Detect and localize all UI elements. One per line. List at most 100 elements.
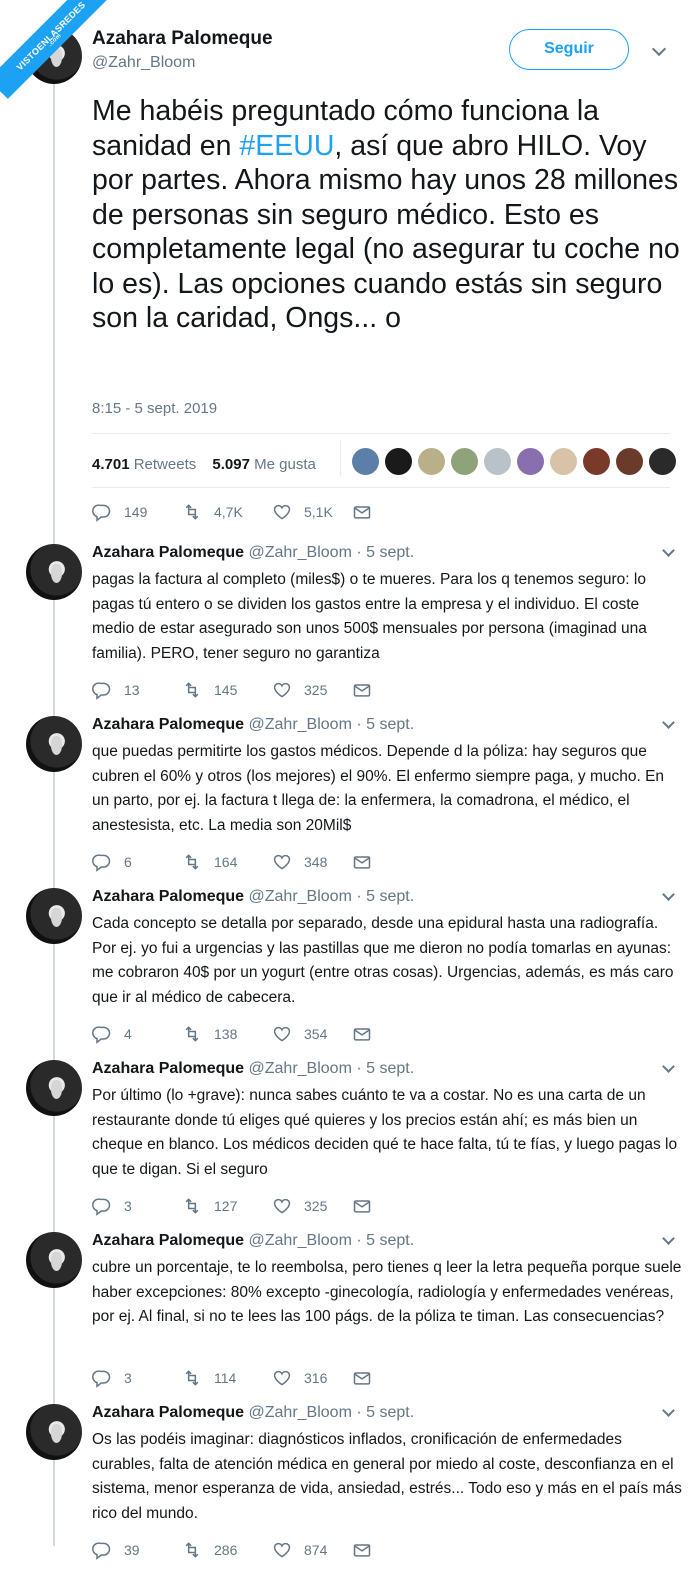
reply-count: 4 (124, 1026, 132, 1042)
reply-avatar[interactable] (26, 1060, 82, 1116)
liker-avatar[interactable] (418, 448, 445, 475)
author-handle[interactable]: @Zahr_Bloom (92, 54, 195, 72)
reply-date[interactable]: 5 sept. (366, 1404, 414, 1421)
share-button[interactable] (352, 1368, 384, 1388)
reply-author-name[interactable]: Azahara Palomeque (92, 1232, 244, 1249)
reply-actions: 3 127 325 (92, 1196, 384, 1216)
share-button[interactable] (352, 1540, 384, 1560)
retweet-button[interactable]: 164 (182, 852, 260, 872)
reply-button[interactable]: 149 (92, 502, 170, 522)
reply-date[interactable]: 5 sept. (366, 1232, 414, 1249)
like-button[interactable]: 325 (272, 1196, 350, 1216)
reply-author-name[interactable]: Azahara Palomeque (92, 888, 244, 905)
chevron-down-icon[interactable] (662, 1404, 675, 1417)
reply-author-handle[interactable]: @Zahr_Bloom (249, 888, 352, 905)
reply-button[interactable]: 6 (92, 852, 170, 872)
reply-header: Azahara Palomeque @Zahr_Bloom · 5 sept. (92, 888, 414, 906)
reply-button[interactable]: 13 (92, 680, 170, 700)
retweets-label[interactable]: Retweets (134, 456, 197, 473)
like-button[interactable]: 354 (272, 1024, 350, 1044)
retweet-count: 164 (214, 854, 238, 870)
retweet-button[interactable]: 114 (182, 1368, 260, 1388)
share-button[interactable] (352, 1024, 384, 1044)
liker-avatar[interactable] (583, 448, 610, 475)
chevron-down-icon[interactable] (662, 1232, 675, 1245)
share-button[interactable] (352, 1196, 384, 1216)
reply-author-handle[interactable]: @Zahr_Bloom (249, 1232, 352, 1249)
liker-avatar[interactable] (352, 448, 379, 475)
reply-author-name[interactable]: Azahara Palomeque (92, 544, 244, 561)
reply-author-handle[interactable]: @Zahr_Bloom (249, 544, 352, 561)
liker-avatar[interactable] (484, 448, 511, 475)
liker-avatar[interactable] (550, 448, 577, 475)
heart-icon (273, 1198, 291, 1214)
retweet-button[interactable]: 127 (182, 1196, 260, 1216)
retweet-button[interactable]: 286 (182, 1540, 260, 1560)
reply-date[interactable]: 5 sept. (366, 1060, 414, 1077)
reply-button[interactable]: 3 (92, 1368, 170, 1388)
heart-icon (273, 504, 291, 520)
reply-count: 3 (124, 1370, 132, 1386)
chevron-down-icon[interactable] (662, 888, 675, 901)
chevron-down-icon[interactable] (662, 544, 675, 557)
reply-author-name[interactable]: Azahara Palomeque (92, 1060, 244, 1077)
share-button[interactable] (352, 502, 384, 522)
chevron-down-icon[interactable] (662, 716, 675, 729)
reply-date[interactable]: 5 sept. (366, 544, 414, 561)
reply-date[interactable]: 5 sept. (366, 716, 414, 733)
like-count: 348 (304, 854, 328, 870)
chevron-down-icon[interactable] (662, 1060, 675, 1073)
follow-button[interactable]: Seguir (509, 29, 629, 70)
retweet-button[interactable]: 138 (182, 1024, 260, 1044)
reply-button[interactable]: 3 (92, 1196, 170, 1216)
reply-avatar[interactable] (26, 888, 82, 944)
chevron-down-icon[interactable] (651, 41, 667, 57)
envelope-icon (353, 1200, 371, 1213)
reply-avatar[interactable] (26, 544, 82, 600)
reply-avatar[interactable] (26, 716, 82, 772)
retweet-count: 127 (214, 1198, 238, 1214)
reply-author-handle[interactable]: @Zahr_Bloom (249, 716, 352, 733)
tweet-timestamp[interactable]: 8:15 - 5 sept. 2019 (92, 400, 217, 417)
like-button[interactable]: 874 (272, 1540, 350, 1560)
retweet-button[interactable]: 4,7K (182, 502, 260, 522)
retweet-icon (185, 1026, 199, 1042)
like-button[interactable]: 348 (272, 852, 350, 872)
retweet-button[interactable]: 145 (182, 680, 260, 700)
like-count: 354 (304, 1026, 328, 1042)
reply-icon (92, 682, 111, 700)
liker-avatar[interactable] (517, 448, 544, 475)
author-name[interactable]: Azahara Palomeque (92, 28, 273, 50)
reply-avatar[interactable] (26, 1232, 82, 1288)
reply-actions: 3 114 316 (92, 1368, 384, 1388)
retweets-count[interactable]: 4.701 (92, 456, 130, 473)
hashtag-link[interactable]: #EEUU (239, 130, 334, 162)
likes-label[interactable]: Me gusta (254, 456, 316, 473)
liker-avatar[interactable] (616, 448, 643, 475)
reply-button[interactable]: 39 (92, 1540, 170, 1560)
reply-author-handle[interactable]: @Zahr_Bloom (249, 1060, 352, 1077)
reply-date[interactable]: 5 sept. (366, 888, 414, 905)
heart-icon (273, 1370, 291, 1386)
like-button[interactable]: 325 (272, 680, 350, 700)
liker-avatar[interactable] (385, 448, 412, 475)
like-button[interactable]: 316 (272, 1368, 350, 1388)
reply-header: Azahara Palomeque @Zahr_Bloom · 5 sept. (92, 1060, 414, 1078)
reply-actions: 4 138 354 (92, 1024, 384, 1044)
liker-avatar[interactable] (451, 448, 478, 475)
reply-count: 39 (124, 1542, 140, 1558)
liker-avatar[interactable] (649, 448, 676, 475)
reply-avatar[interactable] (26, 1404, 82, 1460)
like-count: 325 (304, 682, 328, 698)
reply-author-handle[interactable]: @Zahr_Bloom (249, 1404, 352, 1421)
reply-author-name[interactable]: Azahara Palomeque (92, 1404, 244, 1421)
reply-icon (92, 1370, 111, 1388)
like-button[interactable]: 5,1K (272, 502, 350, 522)
retweet-count: 138 (214, 1026, 238, 1042)
reply-author-name[interactable]: Azahara Palomeque (92, 716, 244, 733)
share-button[interactable] (352, 680, 384, 700)
like-count: 5,1K (304, 504, 333, 520)
likes-count[interactable]: 5.097 (212, 456, 250, 473)
reply-button[interactable]: 4 (92, 1024, 170, 1044)
share-button[interactable] (352, 852, 384, 872)
